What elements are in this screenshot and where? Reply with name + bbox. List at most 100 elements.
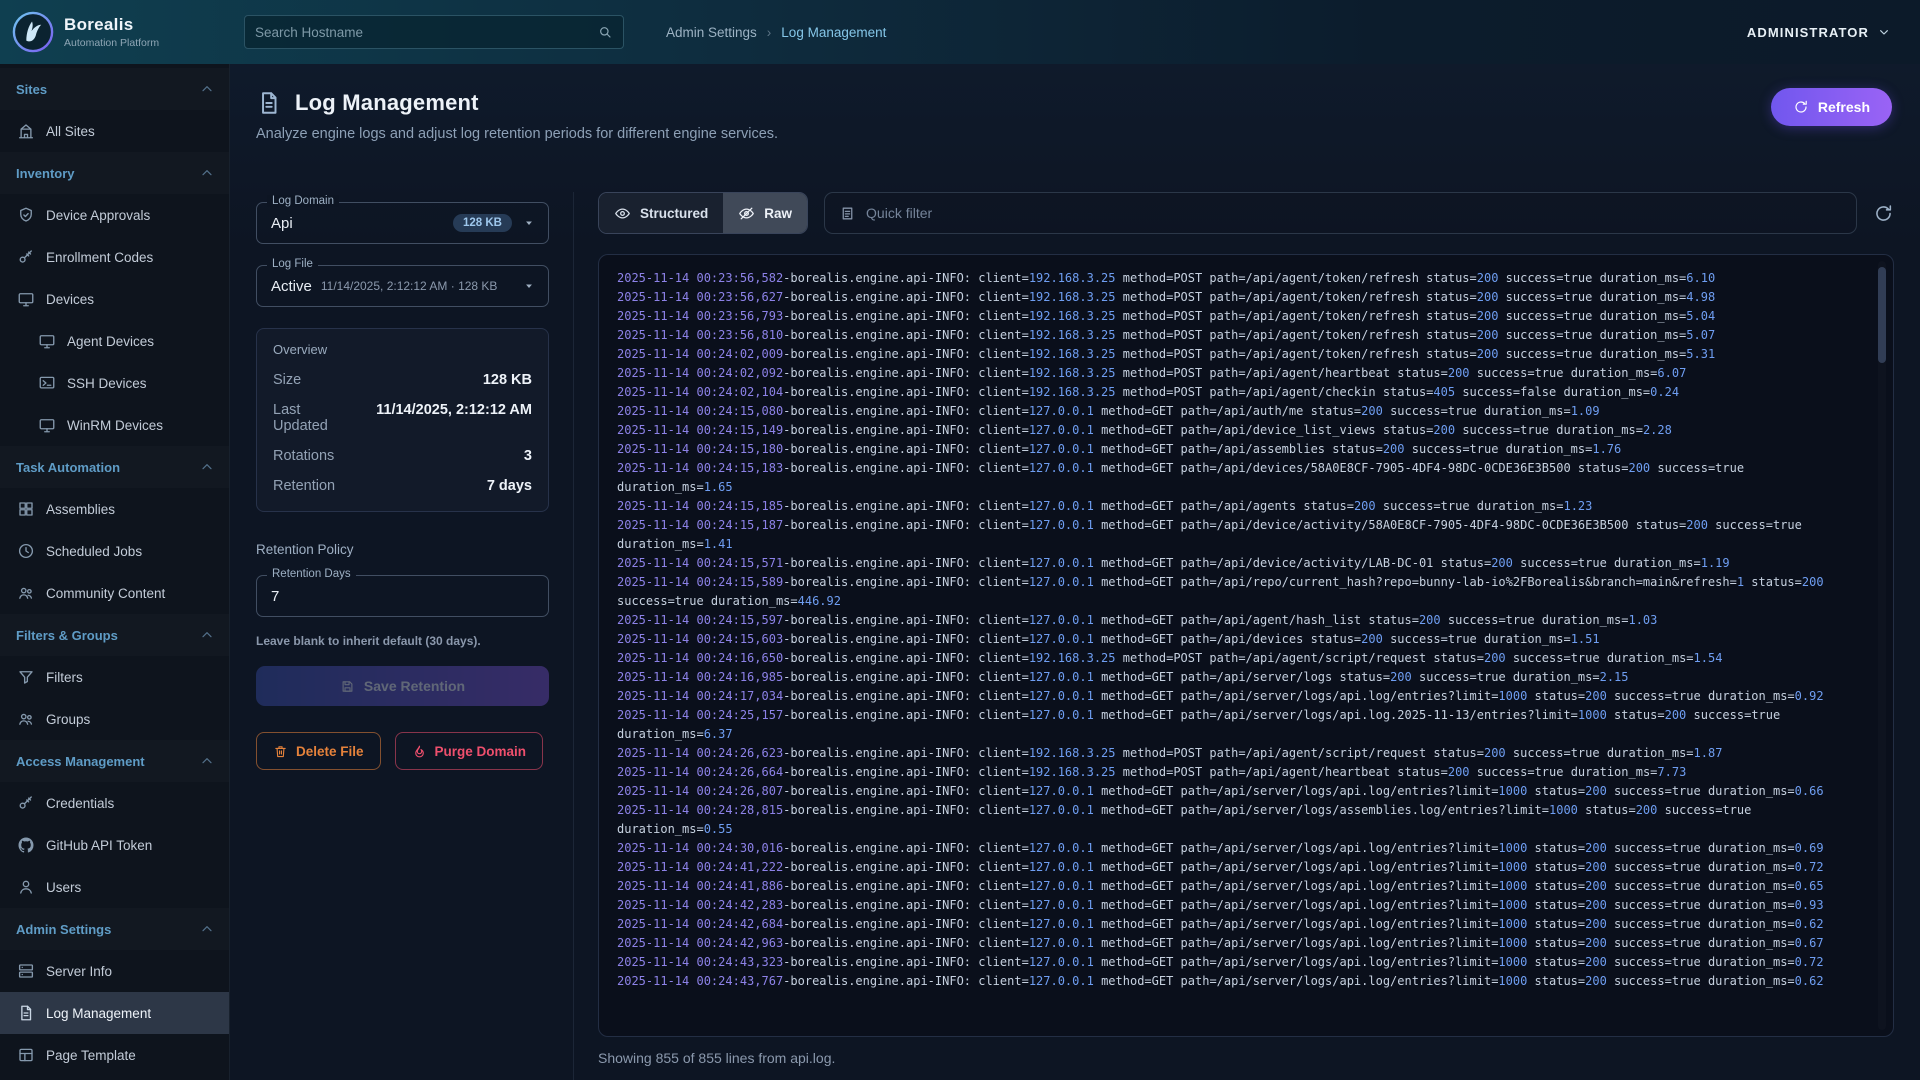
sidebar-item-log-management[interactable]: Log Management (0, 992, 229, 1034)
save-icon (340, 679, 355, 694)
overview-title: Overview (273, 342, 532, 357)
log-line: 2025-11-14 00:24:26,664-borealis.engine.… (617, 763, 1854, 782)
sidebar-item-agent-devices[interactable]: Agent Devices (0, 320, 229, 362)
log-line: 2025-11-14 00:24:42,684-borealis.engine.… (617, 915, 1854, 934)
log-line: 2025-11-14 00:24:26,807-borealis.engine.… (617, 782, 1854, 801)
sidebar-section-task-automation[interactable]: Task Automation (0, 446, 229, 488)
sidebar-item-scheduled-jobs[interactable]: Scheduled Jobs (0, 530, 229, 572)
eye-off-icon (738, 205, 755, 222)
log-line: 2025-11-14 00:23:56,582-borealis.engine.… (617, 269, 1854, 288)
refresh-button[interactable]: Refresh (1771, 88, 1892, 126)
section-label: Admin Settings (16, 922, 111, 937)
purge-domain-button[interactable]: Purge Domain (395, 732, 544, 770)
log-line: 2025-11-14 00:24:02,009-borealis.engine.… (617, 345, 1854, 364)
sidebar-item-ssh-devices[interactable]: SSH Devices (0, 362, 229, 404)
sidebar-section-inventory[interactable]: Inventory (0, 152, 229, 194)
overview-row-label: Retention (273, 478, 335, 494)
breadcrumb: Admin Settings › Log Management (666, 25, 886, 40)
retention-policy-heading: Retention Policy (256, 542, 549, 557)
sidebar-item-enrollment-codes[interactable]: Enrollment Codes (0, 236, 229, 278)
monitor-icon (38, 416, 56, 434)
delete-file-button[interactable]: Delete File (256, 732, 381, 770)
hostname-search-input[interactable] (255, 25, 589, 40)
log-domain-select[interactable]: Log Domain Api 128 KB (256, 202, 549, 244)
log-panel: Structured Raw (574, 192, 1894, 1080)
sidebar-item-filters[interactable]: Filters (0, 656, 229, 698)
log-line: 2025-11-14 00:24:15,589-borealis.engine.… (617, 573, 1854, 611)
page-subtitle: Analyze engine logs and adjust log reten… (256, 126, 1894, 142)
sidebar-item-all-sites[interactable]: All Sites (0, 110, 229, 152)
brand-name: Borealis (64, 15, 159, 35)
log-file-label: Log File (267, 258, 318, 270)
log-line: 2025-11-14 00:24:02,104-borealis.engine.… (617, 383, 1854, 402)
grid-icon (17, 500, 35, 518)
sidebar-item-community-content[interactable]: Community Content (0, 572, 229, 614)
log-domain-label: Log Domain (267, 195, 339, 207)
filter-document-icon (839, 205, 856, 222)
quick-filter-input[interactable] (866, 205, 1842, 221)
eye-icon (614, 205, 631, 222)
sidebar-section-filters-groups[interactable]: Filters & Groups (0, 614, 229, 656)
sidebar-item-winrm-devices[interactable]: WinRM Devices (0, 404, 229, 446)
sidebar-item-devices[interactable]: Devices (0, 278, 229, 320)
sidebar-item-label: Server Info (46, 964, 112, 979)
retention-days-field[interactable]: Retention Days (256, 575, 549, 617)
brand: Borealis Automation Platform (12, 11, 226, 53)
log-file-select[interactable]: Log File Active 11/14/2025, 2:12:12 AM ·… (256, 265, 549, 307)
page-header: Log Management Analyze engine logs and a… (230, 64, 1920, 172)
key-icon (17, 794, 35, 812)
chevron-up-icon (199, 627, 215, 643)
main: Log Management Analyze engine logs and a… (230, 64, 1920, 1080)
sidebar-item-server-info[interactable]: Server Info (0, 950, 229, 992)
sidebar-item-users[interactable]: Users (0, 866, 229, 908)
hostname-search[interactable] (244, 15, 624, 49)
log-controls-panel: Log Domain Api 128 KB Log File Active 11… (256, 192, 574, 1080)
overview-row: Retention7 days (273, 471, 532, 501)
user-icon (17, 878, 35, 896)
sidebar-item-device-approvals[interactable]: Device Approvals (0, 194, 229, 236)
sidebar-section-admin-settings[interactable]: Admin Settings (0, 908, 229, 950)
sidebar-item-github-api-token[interactable]: GitHub API Token (0, 824, 229, 866)
chevron-up-icon (199, 165, 215, 181)
reload-logs-icon[interactable] (1873, 203, 1894, 224)
sidebar-section-sites[interactable]: Sites (0, 68, 229, 110)
overview-row-label: Last Updated (273, 402, 353, 434)
search-icon (597, 24, 613, 40)
sidebar-item-label: Groups (46, 712, 90, 727)
user-menu[interactable]: ADMINISTRATOR (1747, 24, 1892, 40)
refresh-icon (1793, 99, 1809, 115)
sidebar-item-page-template[interactable]: Page Template (0, 1034, 229, 1076)
log-line: 2025-11-14 00:23:56,810-borealis.engine.… (617, 326, 1854, 345)
retention-days-input[interactable] (271, 588, 536, 605)
sidebar-item-credentials[interactable]: Credentials (0, 782, 229, 824)
log-file-meta: 11/14/2025, 2:12:12 AM · 128 KB (321, 279, 498, 293)
people-icon (17, 584, 35, 602)
log-line: 2025-11-14 00:24:16,985-borealis.engine.… (617, 668, 1854, 687)
overview-card: Overview Size128 KBLast Updated11/14/202… (256, 328, 549, 512)
log-line: 2025-11-14 00:24:16,650-borealis.engine.… (617, 649, 1854, 668)
document-icon (17, 1004, 35, 1022)
quick-filter[interactable] (824, 192, 1857, 234)
log-line: 2025-11-14 00:24:02,092-borealis.engine.… (617, 364, 1854, 383)
sidebar-item-label: GitHub API Token (46, 838, 152, 853)
sidebar-item-assemblies[interactable]: Assemblies (0, 488, 229, 530)
log-line: 2025-11-14 00:24:43,767-borealis.engine.… (617, 972, 1854, 991)
funnel-icon (17, 668, 35, 686)
layout-icon (17, 1046, 35, 1064)
structured-view-toggle[interactable]: Structured (599, 193, 723, 233)
server-icon (17, 962, 35, 980)
sidebar-item-label: Agent Devices (67, 334, 154, 349)
log-line: 2025-11-14 00:24:30,016-borealis.engine.… (617, 839, 1854, 858)
section-label: Inventory (16, 166, 75, 181)
chevron-up-icon (199, 753, 215, 769)
log-scrollbar-thumb[interactable] (1878, 267, 1886, 363)
raw-view-toggle[interactable]: Raw (723, 193, 807, 233)
sidebar-section-access-management[interactable]: Access Management (0, 740, 229, 782)
log-viewer[interactable]: 2025-11-14 00:23:56,582-borealis.engine.… (598, 254, 1894, 1037)
log-scrollbar[interactable] (1878, 261, 1886, 1030)
sidebar-item-label: WinRM Devices (67, 418, 163, 433)
breadcrumb-admin-settings[interactable]: Admin Settings (666, 25, 757, 40)
save-retention-button[interactable]: Save Retention (256, 666, 549, 706)
sidebar-item-groups[interactable]: Groups (0, 698, 229, 740)
page-title: Log Management (295, 90, 479, 116)
